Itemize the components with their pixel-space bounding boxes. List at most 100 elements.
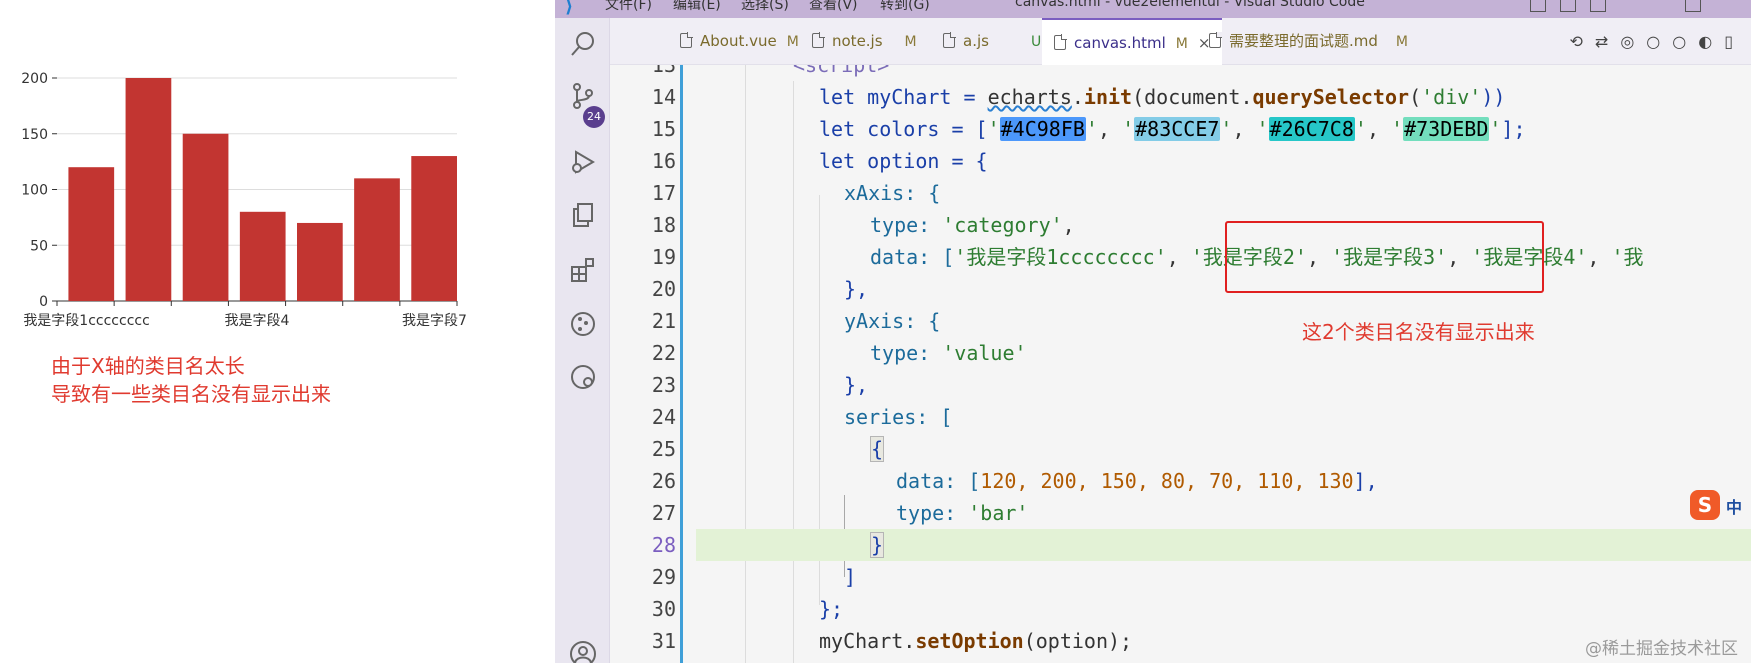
- extensions-icon[interactable]: [569, 256, 597, 284]
- tab-label: 需要整理的面试题.md: [1229, 32, 1378, 50]
- tab-status: M: [1395, 34, 1408, 50]
- line-number: 23: [651, 373, 676, 397]
- run-debug-icon[interactable]: [569, 148, 597, 176]
- menu-view[interactable]: 查看(V): [809, 0, 858, 14]
- x-tick-label: 我是字段7: [402, 313, 467, 329]
- compare-icon[interactable]: ⇄: [1595, 32, 1620, 51]
- panel-toggle-icon[interactable]: [1560, 0, 1576, 12]
- sidebar-toggle-icon[interactable]: [1590, 0, 1606, 12]
- line-number: 17: [651, 181, 676, 205]
- line-number: 22: [651, 341, 676, 365]
- tab-label: note.js: [832, 32, 883, 50]
- timeline-icon[interactable]: ⟲: [1570, 32, 1595, 51]
- menu-selection[interactable]: 选择(S): [741, 0, 789, 14]
- tab-interview-md[interactable]: 需要整理的面试题.md M: [1199, 18, 1418, 65]
- vscode-logo-icon: ⟩: [565, 0, 574, 17]
- tab-status: M: [1175, 36, 1188, 52]
- maximize-icon[interactable]: [1685, 0, 1701, 12]
- line-number: 15: [651, 117, 676, 141]
- tab-label: About.vue: [700, 32, 777, 50]
- tab-status: U: [1030, 34, 1042, 50]
- modified-lines-indicator: [680, 65, 683, 663]
- line-number: 16: [651, 149, 676, 173]
- line-number: 24: [651, 405, 676, 429]
- line-number: 21: [651, 309, 676, 333]
- note-line-2: 导致有一些类目名没有显示出来: [51, 382, 331, 406]
- git-graph-icon[interactable]: [569, 310, 597, 338]
- code-line-15: let colors = ['#4C98FB', '#83CCE7', '#26…: [819, 117, 1526, 141]
- line-number: 25: [651, 437, 676, 461]
- minimize-icon[interactable]: [1623, 0, 1639, 12]
- code-line-14: let myChart = echarts.init(document.quer…: [819, 85, 1506, 109]
- open-preview-icon[interactable]: ◎: [1620, 32, 1646, 51]
- y-tick-label: 200: [21, 71, 48, 87]
- line-number: 26: [651, 469, 676, 493]
- indent-guide: [793, 81, 794, 663]
- code-line-26: data: [120, 200, 150, 80, 70, 110, 130],: [896, 469, 1378, 493]
- tab-a-js[interactable]: a.js U: [933, 18, 1051, 65]
- layout-toggle-icon[interactable]: [1530, 0, 1546, 12]
- code-area[interactable]: <script> let myChart = echarts.init(docu…: [696, 65, 1751, 663]
- window-title: canvas.html - vue2elementui - Visual Stu…: [1015, 0, 1365, 10]
- editor-actions: ⟲⇄◎○○◐▯: [1570, 32, 1746, 52]
- tab-note-js[interactable]: note.js M: [802, 18, 927, 65]
- toggle-icon[interactable]: ◐: [1698, 32, 1724, 51]
- bar: [182, 133, 229, 301]
- tab-about-vue[interactable]: About.vue M: [670, 18, 809, 65]
- tab-status: M: [786, 34, 799, 50]
- editor-tabs: About.vue M note.js M a.js U canvas.html M × …: [610, 18, 1751, 65]
- scm-badge: 24: [583, 106, 605, 128]
- search-icon[interactable]: [569, 30, 597, 58]
- line-number: 29: [651, 565, 676, 589]
- tab-status: M: [904, 34, 917, 50]
- color-swatch-4[interactable]: #73DEBD: [1403, 117, 1490, 141]
- code-line-22: type: 'value': [870, 341, 1027, 365]
- tab-canvas-html[interactable]: canvas.html M ×: [1042, 18, 1223, 65]
- code-line-23: },: [844, 373, 869, 397]
- line-number: 27: [651, 501, 676, 525]
- menu-edit[interactable]: 编辑(E): [673, 0, 721, 14]
- line-number: 19: [651, 245, 676, 269]
- color-swatch-3[interactable]: #26C7C8: [1268, 117, 1355, 141]
- bar: [68, 167, 115, 301]
- split-editor-icon[interactable]: ▯: [1724, 32, 1745, 51]
- explorer-icon[interactable]: [569, 201, 597, 229]
- menu-file[interactable]: 文件(F): [605, 0, 652, 14]
- ime-mode-label: 中: [1726, 498, 1743, 517]
- x-tick-label: 我是字段4: [225, 313, 290, 329]
- line-number: 20: [651, 277, 676, 301]
- code-line-24: series: [: [844, 405, 953, 429]
- menu-goto[interactable]: 转到(G): [880, 0, 930, 14]
- bar: [354, 178, 400, 301]
- line-number: 28: [651, 533, 676, 557]
- code-line-18: type: 'category',: [870, 213, 1075, 237]
- code-line-21: yAxis: {: [844, 309, 941, 333]
- tab-label: a.js: [963, 32, 989, 50]
- account-icon[interactable]: [569, 640, 597, 663]
- y-tick-label: 50: [30, 238, 48, 254]
- code-line-20: },: [844, 277, 869, 301]
- color-swatch-2[interactable]: #83CCE7: [1134, 117, 1221, 141]
- title-bar: ⟩ 文件(F) 编辑(E) 选择(S) 查看(V) 转到(G) canvas.h…: [555, 0, 1751, 18]
- y-tick-label: 0: [39, 294, 48, 310]
- file-icon: [812, 32, 825, 48]
- code-editor[interactable]: 13 14 15 16 17 18 19 20 21 22 23 24 25 26 27 28 29 30 31 <…: [610, 65, 1751, 663]
- line-number-gutter: 13 14 15 16 17 18 19 20 21 22 23 24 25 26 27 28 29 30 31: [610, 65, 676, 663]
- code-line-28: }: [696, 529, 1751, 561]
- remote-explorer-icon[interactable]: [569, 363, 597, 391]
- next-change-icon[interactable]: ○: [1672, 32, 1698, 51]
- indent-guide: [745, 65, 746, 663]
- prev-change-icon[interactable]: ○: [1646, 32, 1672, 51]
- color-swatch-1[interactable]: #4C98FB: [999, 117, 1086, 141]
- file-icon: [680, 32, 693, 48]
- line-number: 18: [651, 213, 676, 237]
- bar: [239, 211, 286, 301]
- bar: [125, 78, 172, 301]
- highlight-box: [1225, 221, 1544, 293]
- vscode-window: ⟩ 文件(F) 编辑(E) 选择(S) 查看(V) 转到(G) canvas.h…: [555, 0, 1751, 663]
- ime-widget[interactable]: S 中: [1690, 490, 1751, 520]
- code-line-13: <script>: [793, 65, 890, 77]
- file-icon: [943, 32, 956, 48]
- code-line-27: type: 'bar': [896, 501, 1029, 525]
- line-number: 30: [651, 597, 676, 621]
